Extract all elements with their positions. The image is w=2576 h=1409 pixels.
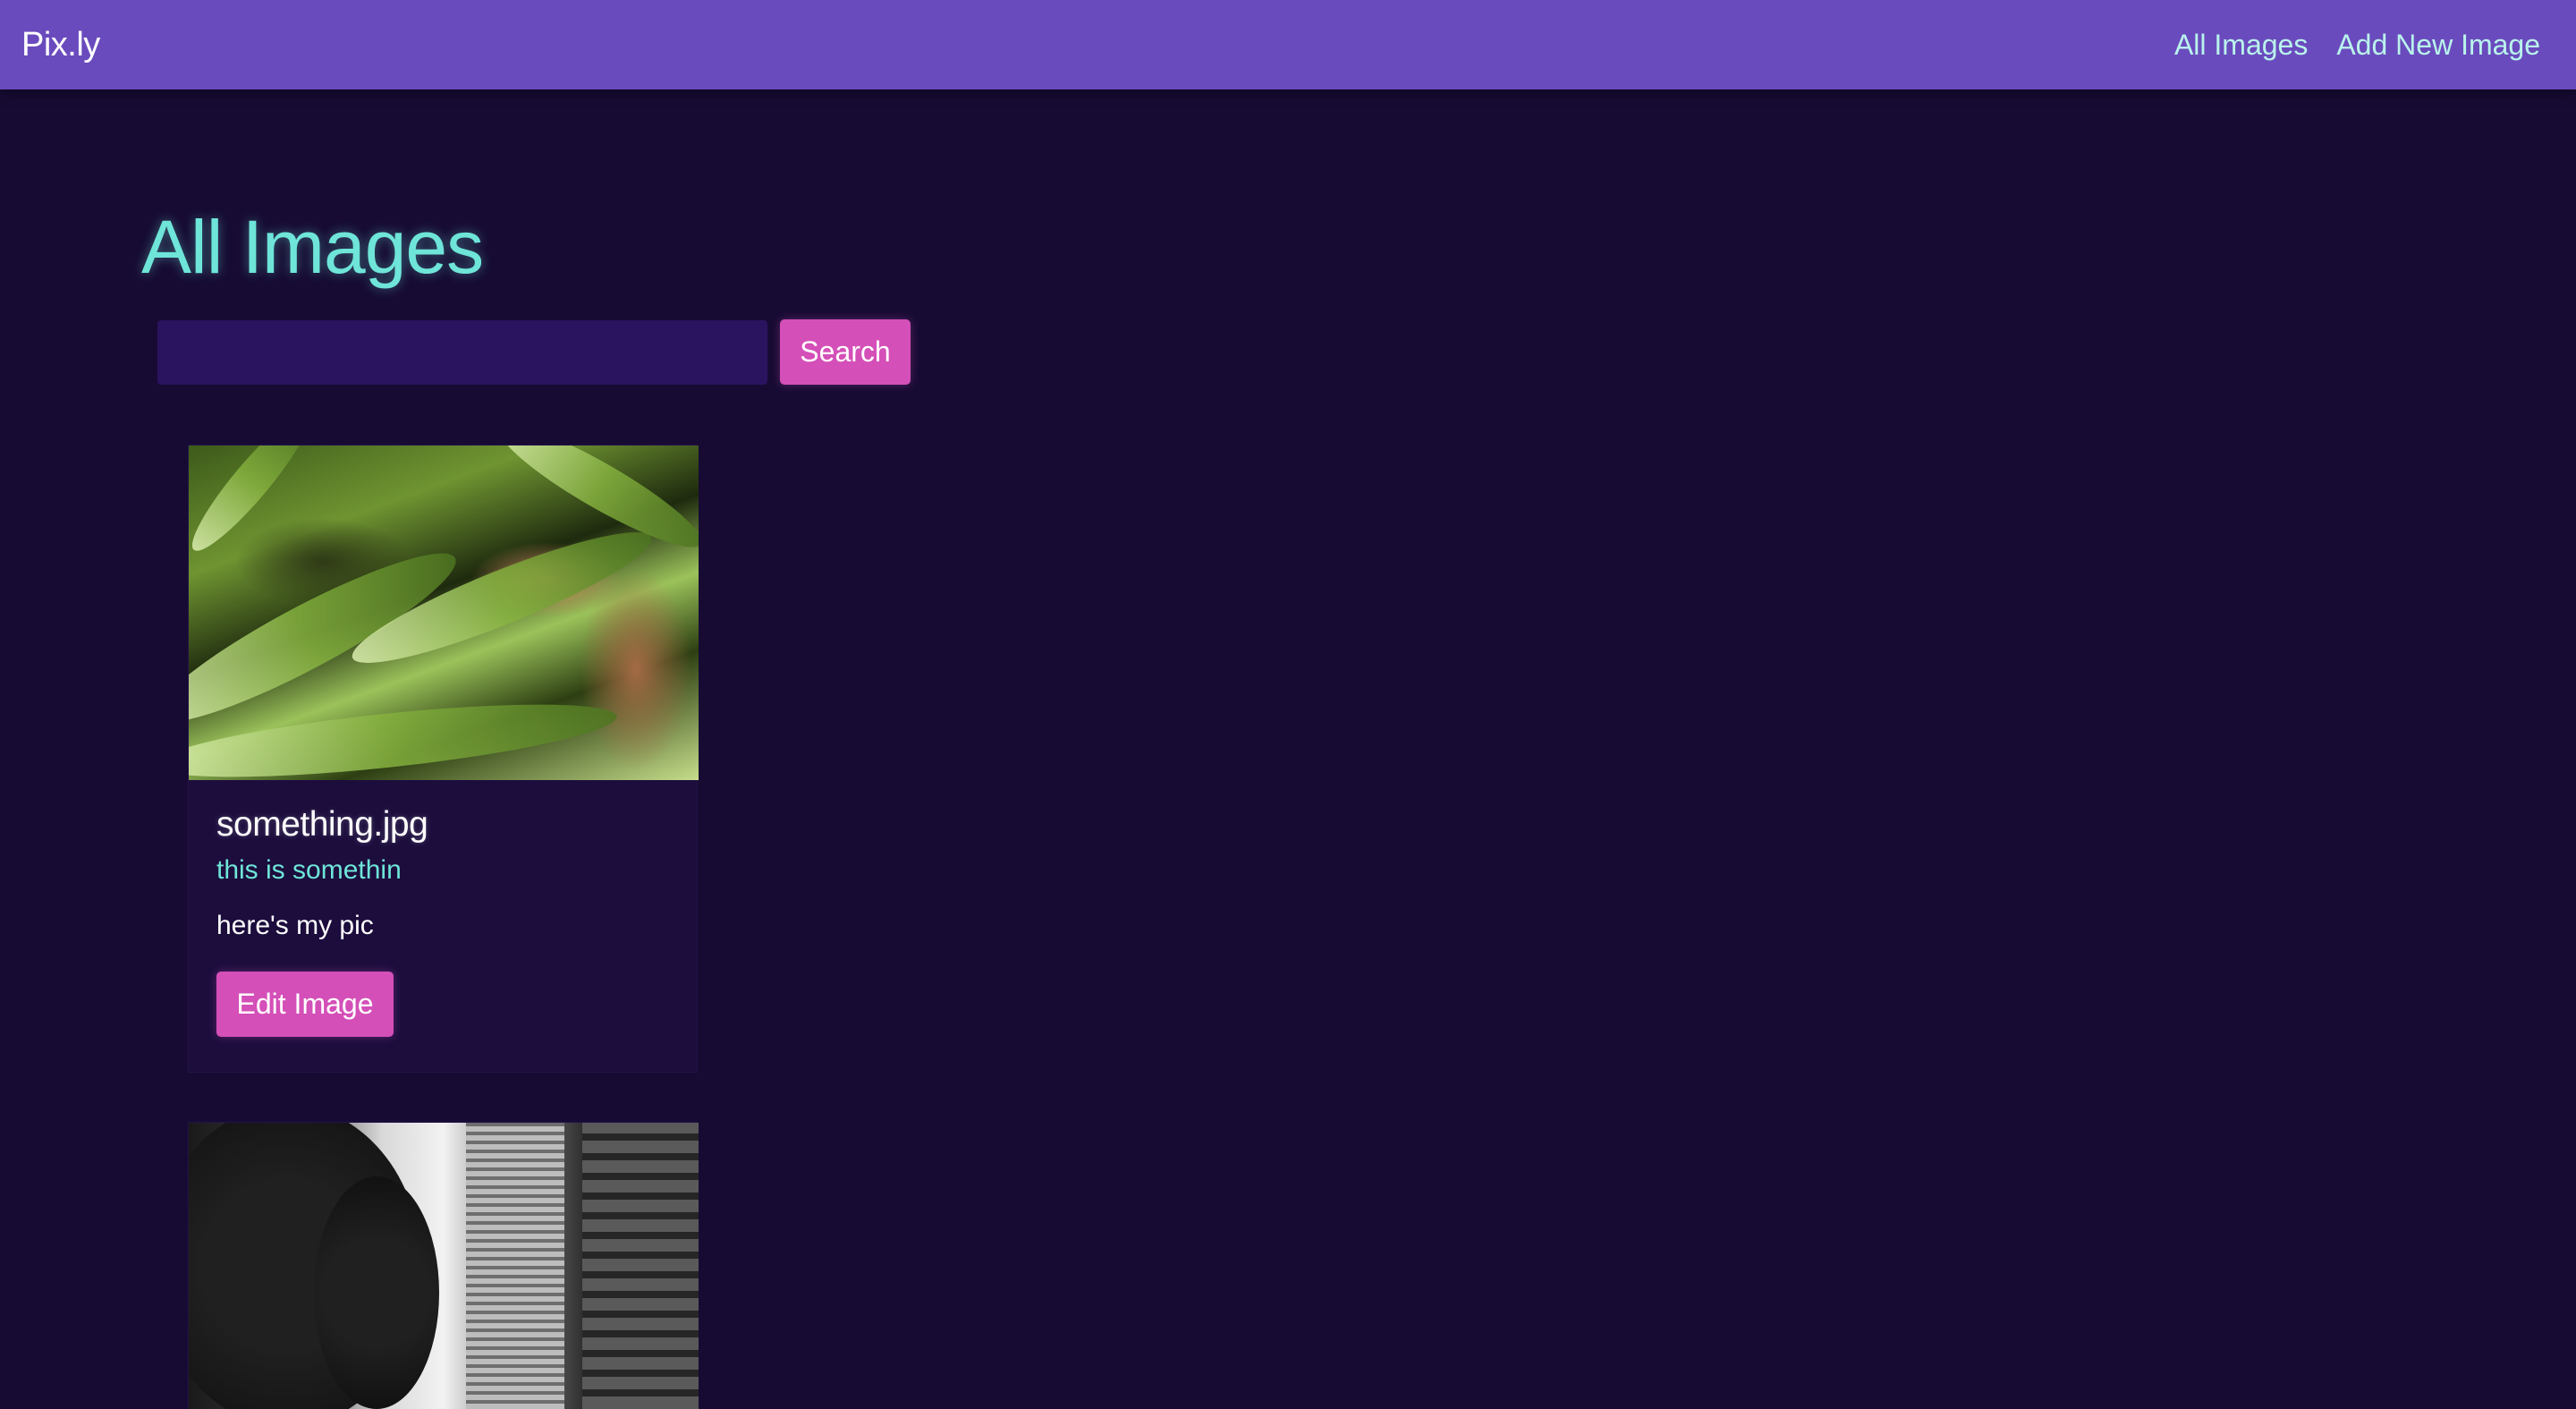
image-card: something.jpg this is somethin here's my… [188, 445, 699, 1073]
tower-shape [582, 1123, 699, 1409]
tower-shape [466, 1123, 564, 1409]
tree-shape [314, 1176, 439, 1409]
leaf-shape [189, 689, 620, 780]
nav-link-all-images[interactable]: All Images [2174, 29, 2308, 62]
page-title: All Images [141, 205, 484, 289]
search-input[interactable] [157, 319, 767, 385]
search-button[interactable]: Search [780, 319, 911, 385]
nav-links: All Images Add New Image [2174, 29, 2555, 62]
image-subtitle: this is somethin [216, 855, 402, 885]
image-description: here's my pic [216, 911, 374, 940]
nav-link-add-new-image[interactable]: Add New Image [2336, 29, 2540, 62]
top-navbar: Pix.ly All Images Add New Image [0, 0, 2576, 89]
image-thumbnail[interactable] [189, 446, 699, 780]
card-body: something.jpg this is somethin here's my… [189, 780, 697, 1062]
leaf-shape [189, 446, 323, 562]
image-card [188, 1122, 699, 1409]
image-title: something.jpg [216, 805, 428, 844]
image-thumbnail[interactable] [189, 1123, 699, 1409]
search-form: Search [157, 319, 911, 385]
brand-logo-link[interactable]: Pix.ly [21, 26, 100, 64]
edit-image-button[interactable]: Edit Image [216, 972, 394, 1037]
